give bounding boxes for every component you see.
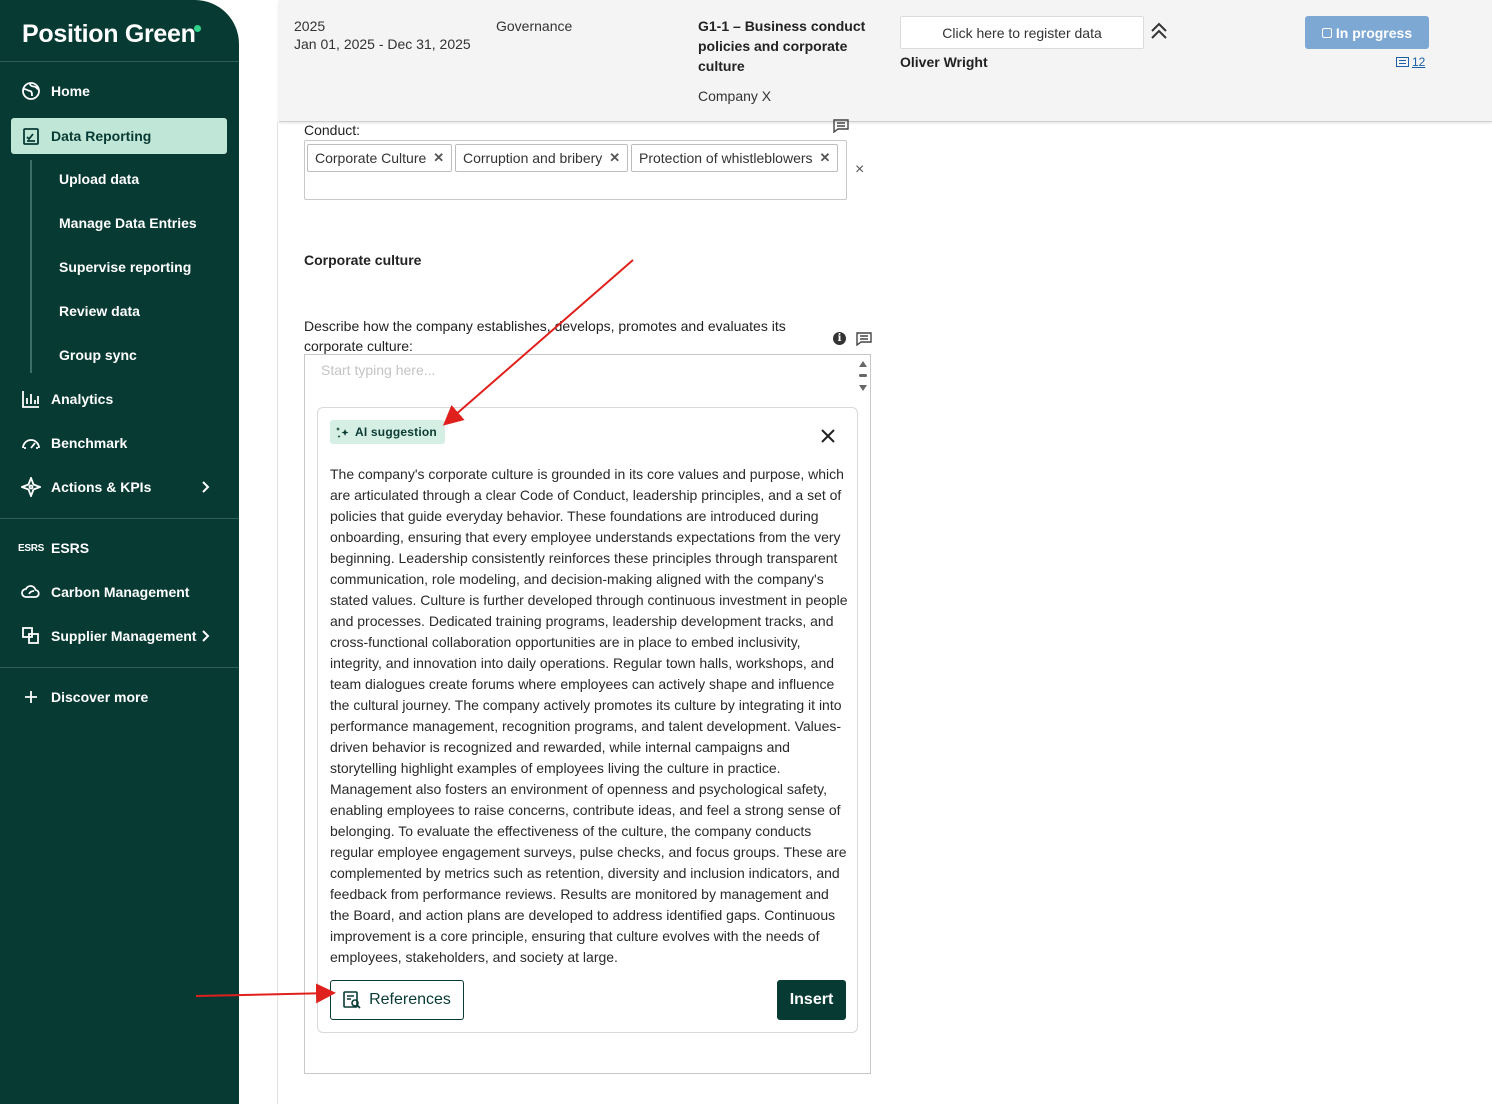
sidebar-item-discover-more[interactable]: Discover more — [11, 679, 227, 715]
sidebar-subitem-manage-data-entries[interactable]: Manage Data Entries — [59, 215, 197, 231]
ai-suggestion-badge: AI suggestion — [330, 420, 445, 444]
disclosure-title: G1-1 – Business conduct policies and cor… — [698, 18, 866, 74]
comments-count: 12 — [1412, 55, 1426, 69]
cloud-leaf-icon — [11, 582, 51, 602]
tag-corruption-and-bribery: Corruption and bribery ✕ — [455, 144, 629, 172]
bar-chart-icon — [11, 389, 51, 409]
sidebar-item-label: Analytics — [51, 391, 114, 407]
list-icon — [1396, 57, 1409, 67]
sidebar-divider — [0, 667, 239, 668]
references-label: References — [369, 991, 451, 1008]
close-icon[interactable] — [820, 428, 836, 444]
sidebar-item-benchmark[interactable]: Benchmark — [11, 425, 227, 461]
sidebar-subitem-group-sync[interactable]: Group sync — [59, 347, 137, 363]
references-button[interactable]: References — [330, 980, 464, 1020]
assignee-name: Oliver Wright — [900, 54, 988, 70]
comments-link[interactable]: 12 — [1396, 55, 1425, 69]
sidebar-subitem-supervise-reporting[interactable]: Supervise reporting — [59, 259, 191, 275]
company-name: Company X — [698, 88, 772, 104]
sidebar-divider — [0, 61, 239, 62]
sidebar-item-label: Supplier Management — [51, 628, 197, 644]
remove-tag-icon[interactable]: ✕ — [609, 150, 620, 166]
insert-button[interactable]: Insert — [777, 980, 846, 1020]
sidebar-item-label: Actions & KPIs — [51, 479, 152, 495]
tag-label: Corporate Culture — [315, 150, 427, 166]
sidebar-subitem-upload-data[interactable]: Upload data — [59, 171, 139, 187]
ai-suggestion-text: The company's corporate culture is groun… — [330, 466, 848, 965]
chevron-right-icon — [202, 481, 210, 493]
boxes-icon — [11, 626, 51, 646]
scroll-arrows-icon[interactable] — [858, 359, 868, 393]
info-icon[interactable]: i — [833, 332, 846, 345]
brand-logo-dot — [194, 25, 201, 32]
topic-label: Governance — [496, 18, 573, 34]
tag-protection-of-whistleblowers: Protection of whistleblowers ✕ — [631, 144, 839, 172]
sparkle-target-icon — [11, 477, 51, 497]
conduct-label: Conduct: — [304, 122, 361, 138]
sidebar-item-home[interactable]: Home — [11, 73, 227, 109]
checkbox-icon — [1321, 27, 1332, 38]
globe-icon — [11, 81, 51, 101]
sidebar-item-label: Data Reporting — [51, 128, 152, 144]
sidebar-item-esrs[interactable]: ESRS ESRS — [11, 530, 227, 566]
brand-logo[interactable]: Position Green — [22, 20, 196, 49]
esrs-icon: ESRS — [17, 542, 45, 554]
sidebar-item-actions-kpis[interactable]: Actions & KPIs — [11, 469, 227, 505]
sidebar-subitem-review-data[interactable]: Review data — [59, 303, 140, 319]
sidebar-item-analytics[interactable]: Analytics — [11, 381, 227, 417]
sidebar-divider — [0, 518, 239, 519]
reporting-period: Jan 01, 2025 - Dec 31, 2025 — [294, 36, 471, 52]
textarea-placeholder: Start typing here... — [321, 362, 436, 378]
sidebar-item-label: ESRS — [51, 540, 90, 556]
ai-suggestion-card: AI suggestion The company's corporate cu… — [317, 407, 858, 1033]
comment-icon[interactable] — [833, 119, 849, 133]
status-button[interactable]: In progress — [1305, 16, 1429, 49]
report-icon — [11, 126, 51, 146]
section-title: Corporate culture — [304, 252, 422, 268]
sidebar-item-label: Home — [51, 83, 90, 99]
ai-badge-label: AI suggestion — [355, 425, 437, 439]
clear-selection-icon[interactable]: × — [855, 161, 864, 179]
reporting-year: 2025 — [294, 18, 326, 34]
sparkle-icon — [336, 426, 349, 438]
tag-label: Protection of whistleblowers — [639, 150, 813, 166]
document-search-icon — [343, 991, 361, 1009]
submenu-line — [30, 160, 32, 373]
chevron-right-icon — [202, 630, 210, 642]
remove-tag-icon[interactable]: ✕ — [820, 150, 831, 166]
remove-tag-icon[interactable]: ✕ — [433, 150, 444, 166]
plus-icon — [11, 687, 51, 707]
sidebar-item-supplier-management[interactable]: Supplier Management — [11, 618, 227, 654]
gauge-icon — [11, 433, 51, 453]
tag-label: Corruption and bribery — [463, 150, 603, 166]
comment-icon[interactable] — [856, 332, 872, 346]
sidebar-item-label: Benchmark — [51, 435, 128, 451]
sidebar-item-data-reporting[interactable]: Data Reporting — [11, 118, 227, 154]
tag-corporate-culture: Corporate Culture ✕ — [307, 144, 453, 172]
sidebar-item-label: Carbon Management — [51, 584, 190, 600]
task-header: 2025 Jan 01, 2025 - Dec 31, 2025 Governa… — [279, 0, 1492, 122]
sidebar-item-carbon-management[interactable]: Carbon Management — [11, 574, 227, 610]
question-label: Describe how the company establishes, de… — [304, 318, 786, 354]
sidebar-item-label: Discover more — [51, 689, 149, 705]
conduct-multiselect[interactable]: Corporate Culture ✕ Corruption and bribe… — [304, 140, 847, 200]
double-chevron-up-icon[interactable] — [1148, 20, 1170, 42]
content-border — [277, 122, 278, 1104]
status-label: In progress — [1335, 24, 1413, 41]
register-data-button[interactable]: Click here to register data — [900, 16, 1144, 49]
sidebar: Position Green Home Data Reporting Uploa… — [0, 0, 239, 1104]
